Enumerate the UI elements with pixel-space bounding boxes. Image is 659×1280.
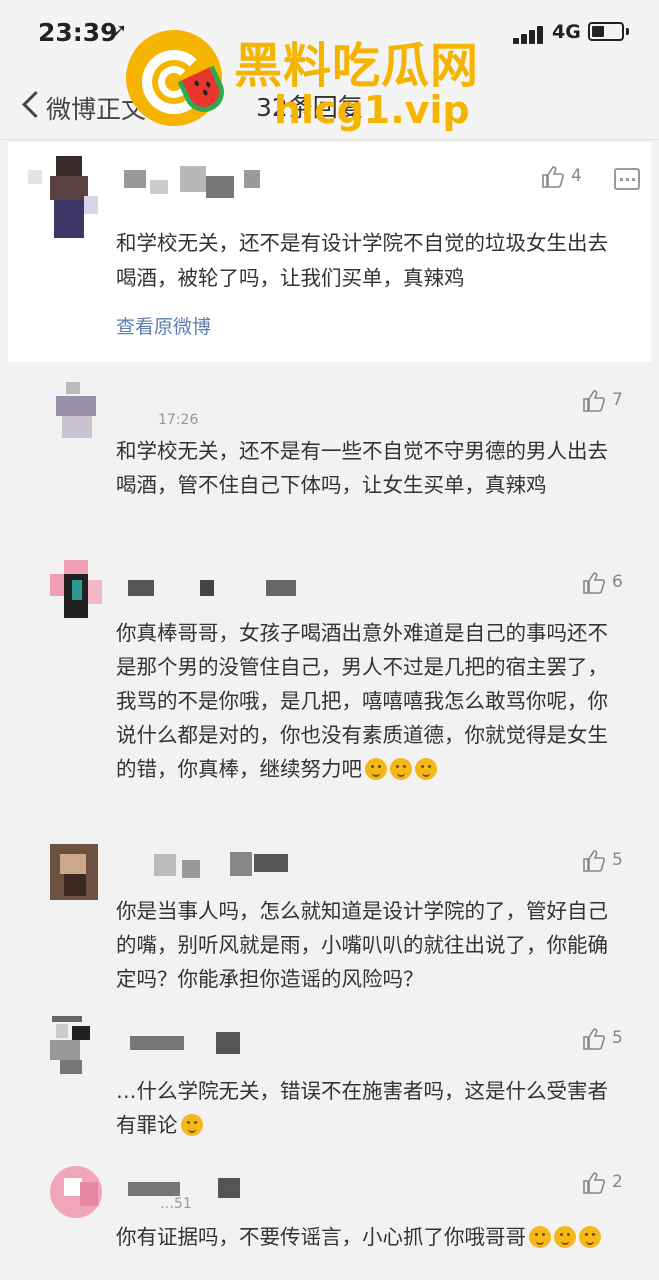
- like-button[interactable]: 4: [541, 166, 601, 194]
- emoji-icon: [180, 1114, 203, 1136]
- like-count: 5: [612, 1028, 623, 1048]
- like-count: 6: [612, 572, 623, 592]
- avatar[interactable]: [50, 844, 102, 904]
- nav-bar: 微博正文 32条回复: [0, 68, 659, 140]
- avatar[interactable]: [50, 1164, 102, 1224]
- emoji-icon: [529, 1226, 551, 1248]
- comment-text-wrap: …什么学院无关，错误不在施害者吗，这是什么受害者有罪论: [116, 1074, 620, 1142]
- battery-icon: [588, 22, 624, 41]
- network-type: 4G: [552, 21, 581, 43]
- comment-text-wrap: 你真棒哥哥，女孩子喝酒出意外难道是自己的事吗还不是那个男的没管住自己，男人不过是…: [116, 616, 620, 786]
- signal-icon: [513, 24, 547, 44]
- comment-item: 17:26 7 和学校无关，还不是有一些不自觉不守男德的男人出去喝酒，管不住自己…: [8, 378, 651, 538]
- comment-text: 和学校无关，还不是有一些不自觉不守男德的男人出去喝酒，管不住自己下体吗，让女生买…: [116, 439, 608, 497]
- comment-item: 5 …什么学院无关，错误不在施害者吗，这是什么受害者有罪论: [8, 1016, 651, 1146]
- status-bar: 23:39 ➚ 4G: [0, 0, 659, 68]
- avatar[interactable]: [50, 1016, 102, 1076]
- thumbs-up-icon: [583, 390, 605, 412]
- location-arrow-icon: ➚: [112, 20, 128, 41]
- emoji-icon: [415, 758, 437, 780]
- thumbs-up-icon: [583, 1028, 605, 1050]
- status-time: 23:39: [38, 18, 118, 47]
- like-button[interactable]: 6: [582, 572, 642, 598]
- comment-text-wrap: 你有证据吗，不要传谣言，小心抓了你哦哥哥: [116, 1220, 620, 1254]
- avatar[interactable]: [28, 156, 100, 240]
- original-post-card[interactable]: 4 和学校无关，还不是有设计学院不自觉的垃圾女生出去喝酒，被轮了吗，让我们买单，…: [8, 142, 651, 362]
- comment-time: …51: [160, 1196, 192, 1212]
- like-count: 2: [612, 1172, 623, 1192]
- comment-text: 你是当事人吗，怎么就知道是设计学院的了，管好自己的嘴，别听风就是雨，小嘴叭叭的就…: [116, 899, 608, 991]
- emoji-icon: [390, 758, 412, 780]
- comment-icon[interactable]: [614, 168, 640, 190]
- thumbs-up-icon: [583, 850, 605, 872]
- like-count: 7: [612, 390, 623, 410]
- thumbs-up-icon: [583, 1172, 605, 1194]
- thumbs-up-icon: [583, 572, 605, 594]
- like-button[interactable]: 5: [582, 850, 642, 876]
- like-button[interactable]: 5: [582, 1028, 642, 1054]
- user-name-blurred[interactable]: [120, 1172, 320, 1202]
- user-name-blurred[interactable]: [120, 850, 320, 880]
- emoji-icon: [365, 758, 387, 780]
- like-count: 5: [612, 850, 623, 870]
- comment-item: 6 你真棒哥哥，女孩子喝酒出意外难道是自己的事吗还不是那个男的没管住自己，男人不…: [8, 560, 651, 825]
- like-count: 4: [571, 166, 582, 186]
- page-title: 32条回复: [256, 93, 363, 122]
- post-text: 和学校无关，还不是有设计学院不自觉的垃圾女生出去喝酒，被轮了吗，让我们买单，真辣…: [116, 231, 608, 290]
- avatar[interactable]: [50, 382, 102, 442]
- comment-time: 17:26: [158, 412, 199, 428]
- user-name-blurred[interactable]: [120, 1028, 320, 1058]
- chevron-left-icon[interactable]: [22, 90, 40, 118]
- user-name-blurred[interactable]: [120, 572, 320, 602]
- like-button[interactable]: 7: [582, 390, 642, 416]
- user-name-blurred[interactable]: [120, 166, 270, 206]
- battery-tip: [626, 28, 629, 35]
- back-button[interactable]: 微博正文: [46, 90, 146, 126]
- comment-item: 5 你是当事人吗，怎么就知道是设计学院的了，管好自己的嘴，别听风就是雨，小嘴叭叭…: [8, 838, 651, 998]
- like-button[interactable]: 2: [582, 1172, 642, 1198]
- comment-text: 你真棒哥哥，女孩子喝酒出意外难道是自己的事吗还不是那个男的没管住自己，男人不过是…: [116, 621, 608, 781]
- avatar[interactable]: [50, 560, 102, 620]
- emoji-icon: [579, 1226, 601, 1248]
- thumbs-up-icon: [542, 166, 564, 188]
- comment-item: …51 2 你有证据吗，不要传谣言，小心抓了你哦哥哥: [8, 1160, 651, 1280]
- emoji-icon: [554, 1226, 576, 1248]
- comment-text: 你有证据吗，不要传谣言，小心抓了你哦哥哥: [116, 1225, 526, 1249]
- view-original-link[interactable]: 查看原微博: [116, 312, 211, 339]
